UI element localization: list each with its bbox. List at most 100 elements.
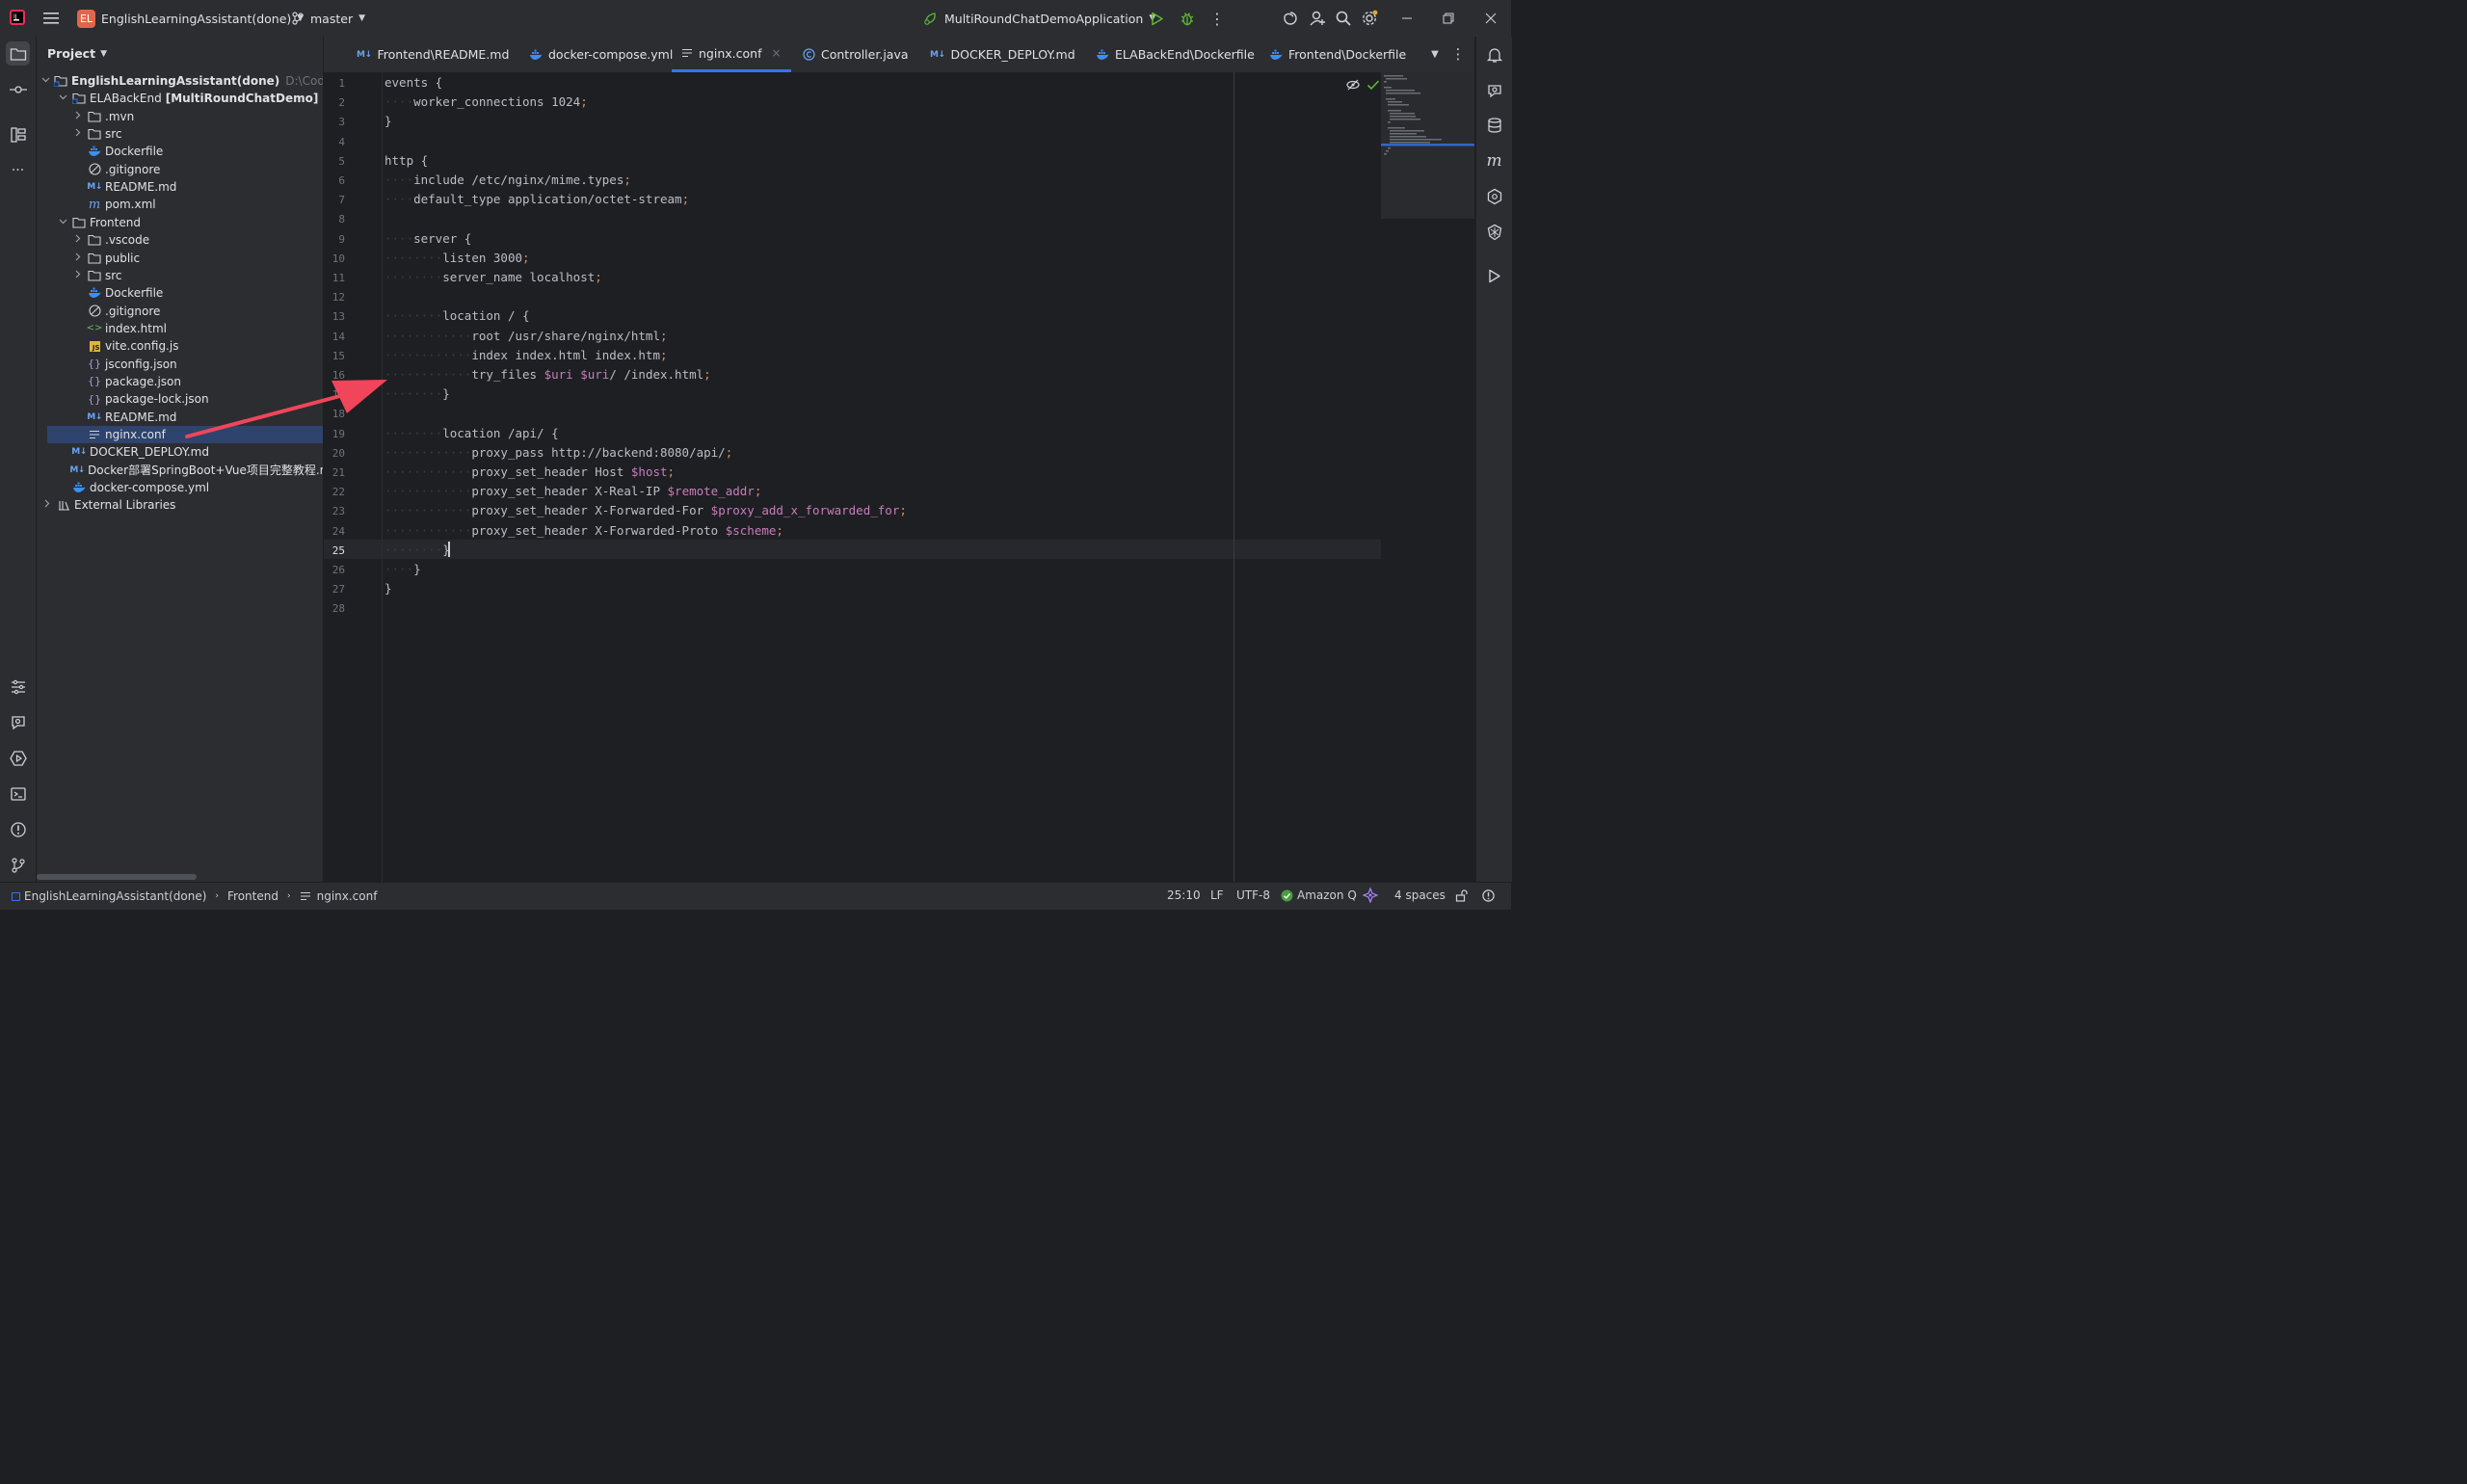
line-number: 3 [338,116,345,129]
tree-folder-item[interactable]: EnglishLearningAssistant(done) D:\Code\Ap… [37,72,323,90]
more-tools-icon[interactable]: ··· [6,158,30,182]
terminal-icon[interactable] [6,782,30,806]
line-number: 8 [338,213,345,226]
reader-mode-icon[interactable] [1345,78,1361,92]
debug-icon[interactable] [1179,10,1196,27]
tree-folder-item[interactable]: src [37,125,323,143]
ai-assistant-icon[interactable] [1281,9,1300,28]
line-separator[interactable]: LF [1210,888,1224,902]
chevron-right-icon[interactable] [41,499,53,511]
app-logo-icon[interactable]: IJ [9,9,26,26]
tree-file-item[interactable]: Dockerfile [37,143,323,160]
chevron-right-icon[interactable] [72,111,84,122]
tree-file-item[interactable]: M↓ Docker部署SpringBoot+Vue项目完整教程.md [37,462,323,479]
tree-file-item[interactable]: .gitignore [37,303,323,320]
main-menu-icon[interactable] [42,10,62,27]
tree-folder-item[interactable]: Frontend [37,214,323,231]
ai-chat-icon[interactable] [1482,78,1506,102]
editor-tab[interactable]: docker-compose.yml [529,37,673,72]
minimize-window-icon[interactable] [1398,10,1416,27]
git-icon[interactable] [6,853,30,877]
find-usages-icon[interactable] [6,710,30,734]
kubernetes-icon[interactable] [1482,220,1506,244]
run-panel-icon[interactable] [1482,264,1506,288]
maven-icon: m [88,197,101,212]
chevron-right-icon[interactable] [72,234,84,246]
caret-position[interactable]: 25:10 [1167,888,1201,902]
tree-item-label: .gitignore [105,304,161,318]
run-config-selector[interactable]: MultiRoundChatDemoApplication ▼ [923,9,1155,28]
file-encoding[interactable]: UTF-8 [1236,888,1270,902]
tree-folder-item[interactable]: .mvn [37,108,323,125]
editor-tab[interactable]: nginx.conf × [672,37,791,72]
project-folder-icon[interactable] [6,41,30,66]
add-user-icon[interactable] [1308,9,1327,28]
line-number: 4 [338,135,345,148]
problems-icon[interactable] [6,817,30,841]
restore-window-icon[interactable] [1440,10,1457,27]
commit-icon[interactable] [6,77,30,101]
gradle-hex-icon[interactable] [1482,184,1506,208]
amazon-q-status[interactable]: Amazon Q [1281,888,1357,902]
indent-setting[interactable]: 4 spaces [1394,888,1446,902]
run-icon[interactable] [1149,10,1166,27]
tree-file-item[interactable]: m pom.xml [37,196,323,213]
editor-tab[interactable]: Controller.java [803,37,909,72]
tree-file-item[interactable]: docker-compose.yml [37,479,323,496]
problems-status-icon[interactable] [1481,888,1495,902]
chevron-right-icon[interactable] [72,128,84,140]
json-icon: {} [88,392,101,406]
tree-file-item[interactable]: M↓ README.md [37,178,323,196]
run-services-icon[interactable] [6,746,30,770]
tree-folder-item[interactable]: .vscode [37,231,323,249]
tab-list-chevron-icon[interactable]: ▼ [1428,47,1442,61]
branch-selector[interactable]: master ▼ [292,9,365,28]
project-selector[interactable]: EL EnglishLearningAssistant(done) ▼ [77,9,304,28]
tree-file-item[interactable]: .gitignore [37,161,323,178]
tree-folder-item[interactable]: public [37,250,323,267]
database-icon[interactable] [1482,113,1506,137]
chevron-down-icon[interactable] [57,93,68,103]
tab-label: ELABackEnd\Dockerfile [1115,47,1255,62]
close-tab-icon[interactable]: × [771,46,781,60]
tab-label: Frontend\Dockerfile [1288,47,1407,62]
tree-file-item[interactable]: M↓ DOCKER_DEPLOY.md [37,443,323,461]
horizontal-scrollbar[interactable] [37,874,197,880]
maven-icon[interactable]: m [1482,148,1506,172]
search-icon[interactable] [1334,9,1353,28]
editor-tab[interactable]: Frontend\Dockerfile [1269,37,1406,72]
editor-tab[interactable]: M↓ Frontend\README.md [357,37,509,72]
tree-folder-item[interactable]: External Libraries [37,496,323,514]
notifications-bell-icon[interactable] [1482,42,1506,66]
line-number: 20 [332,446,345,460]
code-editor[interactable]: 1 events {2 ····worker_connections 1024; 3}… [185,72,1474,882]
no-problems-check-icon[interactable] [1366,78,1381,92]
close-window-icon[interactable] [1482,10,1499,27]
tree-folder-item[interactable]: src [37,267,323,284]
tree-file-item[interactable]: {} jsconfig.json [37,356,323,373]
ai-star-icon[interactable] [1363,888,1378,903]
structure-icon[interactable] [6,122,30,146]
tree-folder-item[interactable]: ELABackEnd [MultiRoundChatDemo] [37,90,323,107]
chevron-down-icon[interactable] [41,76,50,86]
markdown-icon: M↓ [930,49,945,60]
chevron-down-icon[interactable] [57,218,68,227]
chevron-right-icon[interactable] [72,252,84,264]
tree-file-item[interactable]: <> index.html [37,320,323,337]
breadcrumb-folder[interactable]: Frontend [227,889,279,903]
editor-tab[interactable]: ELABackEnd\Dockerfile [1096,37,1255,72]
tree-file-item[interactable]: Dockerfile [37,284,323,302]
editor-tab[interactable]: M↓ DOCKER_DEPLOY.md [930,37,1075,72]
tab-more-icon[interactable]: ⋮ [1451,45,1466,63]
more-actions-icon[interactable]: ⋮ [1209,10,1225,28]
project-panel-header[interactable]: Project ▼ [47,46,107,61]
unlock-icon[interactable] [1454,888,1468,902]
chevron-right-icon[interactable] [72,270,84,281]
json-icon: {} [88,375,101,388]
breadcrumb-project[interactable]: EnglishLearningAssistant(done) [24,889,206,903]
settings-gear-icon[interactable] [1360,9,1379,28]
minimap[interactable] [1381,72,1474,219]
tree-file-item[interactable]: JS vite.config.js [37,337,323,355]
breadcrumb-file[interactable]: nginx.conf [317,889,378,903]
services-settings-icon[interactable] [6,675,30,699]
